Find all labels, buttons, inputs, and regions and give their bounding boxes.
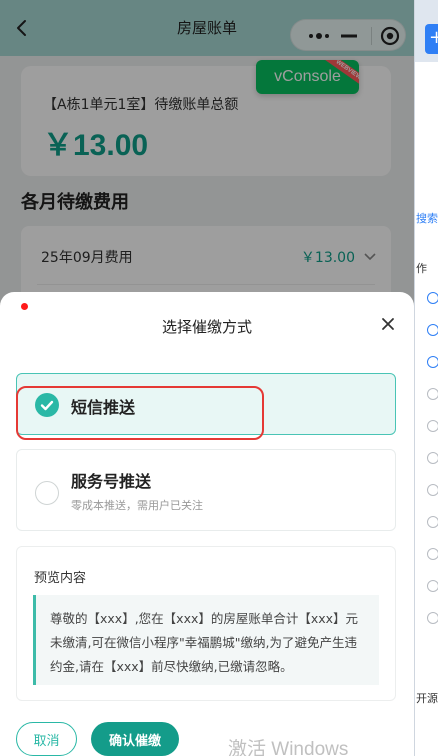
option-title: 服务号推送 (71, 472, 152, 491)
red-annotation-box (16, 386, 264, 440)
mini-program-screen: 房屋账单 【A栋1单元1室】待缴账单总额 ￥13.00 各月待缴费用 25年09… (0, 0, 414, 756)
circle-icon (427, 580, 438, 592)
preview-label: 预览内容 (34, 571, 87, 586)
check-circle-icon (427, 292, 438, 304)
radio-circle-icon (35, 481, 59, 505)
circle-icon (427, 452, 438, 464)
background-window: + 搜索 作 开源 (414, 0, 438, 756)
background-toolbar: + (415, 0, 438, 62)
circle-icon (427, 612, 438, 624)
red-dot-indicator (21, 303, 28, 310)
preview-text: 尊敬的【xxx】,您在【xxx】的房屋账单合计【xxx】元未缴清,可在微信小程序… (33, 595, 379, 685)
option-service-account-push[interactable]: 服务号推送 零成本推送，需用户已关注 (16, 449, 396, 531)
circle-icon (427, 548, 438, 560)
windows-activation-watermark: 激活 Windows (228, 739, 349, 756)
confirm-reminder-button[interactable]: 确认催缴 (91, 722, 179, 756)
preview-panel: 预览内容 尊敬的【xxx】,您在【xxx】的房屋账单合计【xxx】元未缴清,可在… (16, 546, 396, 701)
close-icon[interactable] (380, 316, 396, 332)
circle-icon (427, 484, 438, 496)
option-description: 零成本推送，需用户已关注 (71, 499, 203, 512)
add-icon[interactable]: + (425, 24, 438, 54)
check-circle-icon (427, 324, 438, 336)
circle-icon (427, 516, 438, 528)
background-text: 作 (416, 262, 427, 275)
sheet-title: 选择催缴方式 (161, 318, 252, 336)
background-text: 搜索 (416, 212, 438, 225)
circle-icon (427, 388, 438, 400)
background-text: 开源 (416, 692, 438, 705)
cancel-button[interactable]: 取消 (16, 722, 77, 756)
circle-icon (427, 420, 438, 432)
check-circle-icon (427, 356, 438, 368)
reminder-method-sheet: 选择催缴方式 短信推送 服务号推送 零成本推送，需用户已关注 预览内容 尊敬的【… (0, 292, 414, 756)
